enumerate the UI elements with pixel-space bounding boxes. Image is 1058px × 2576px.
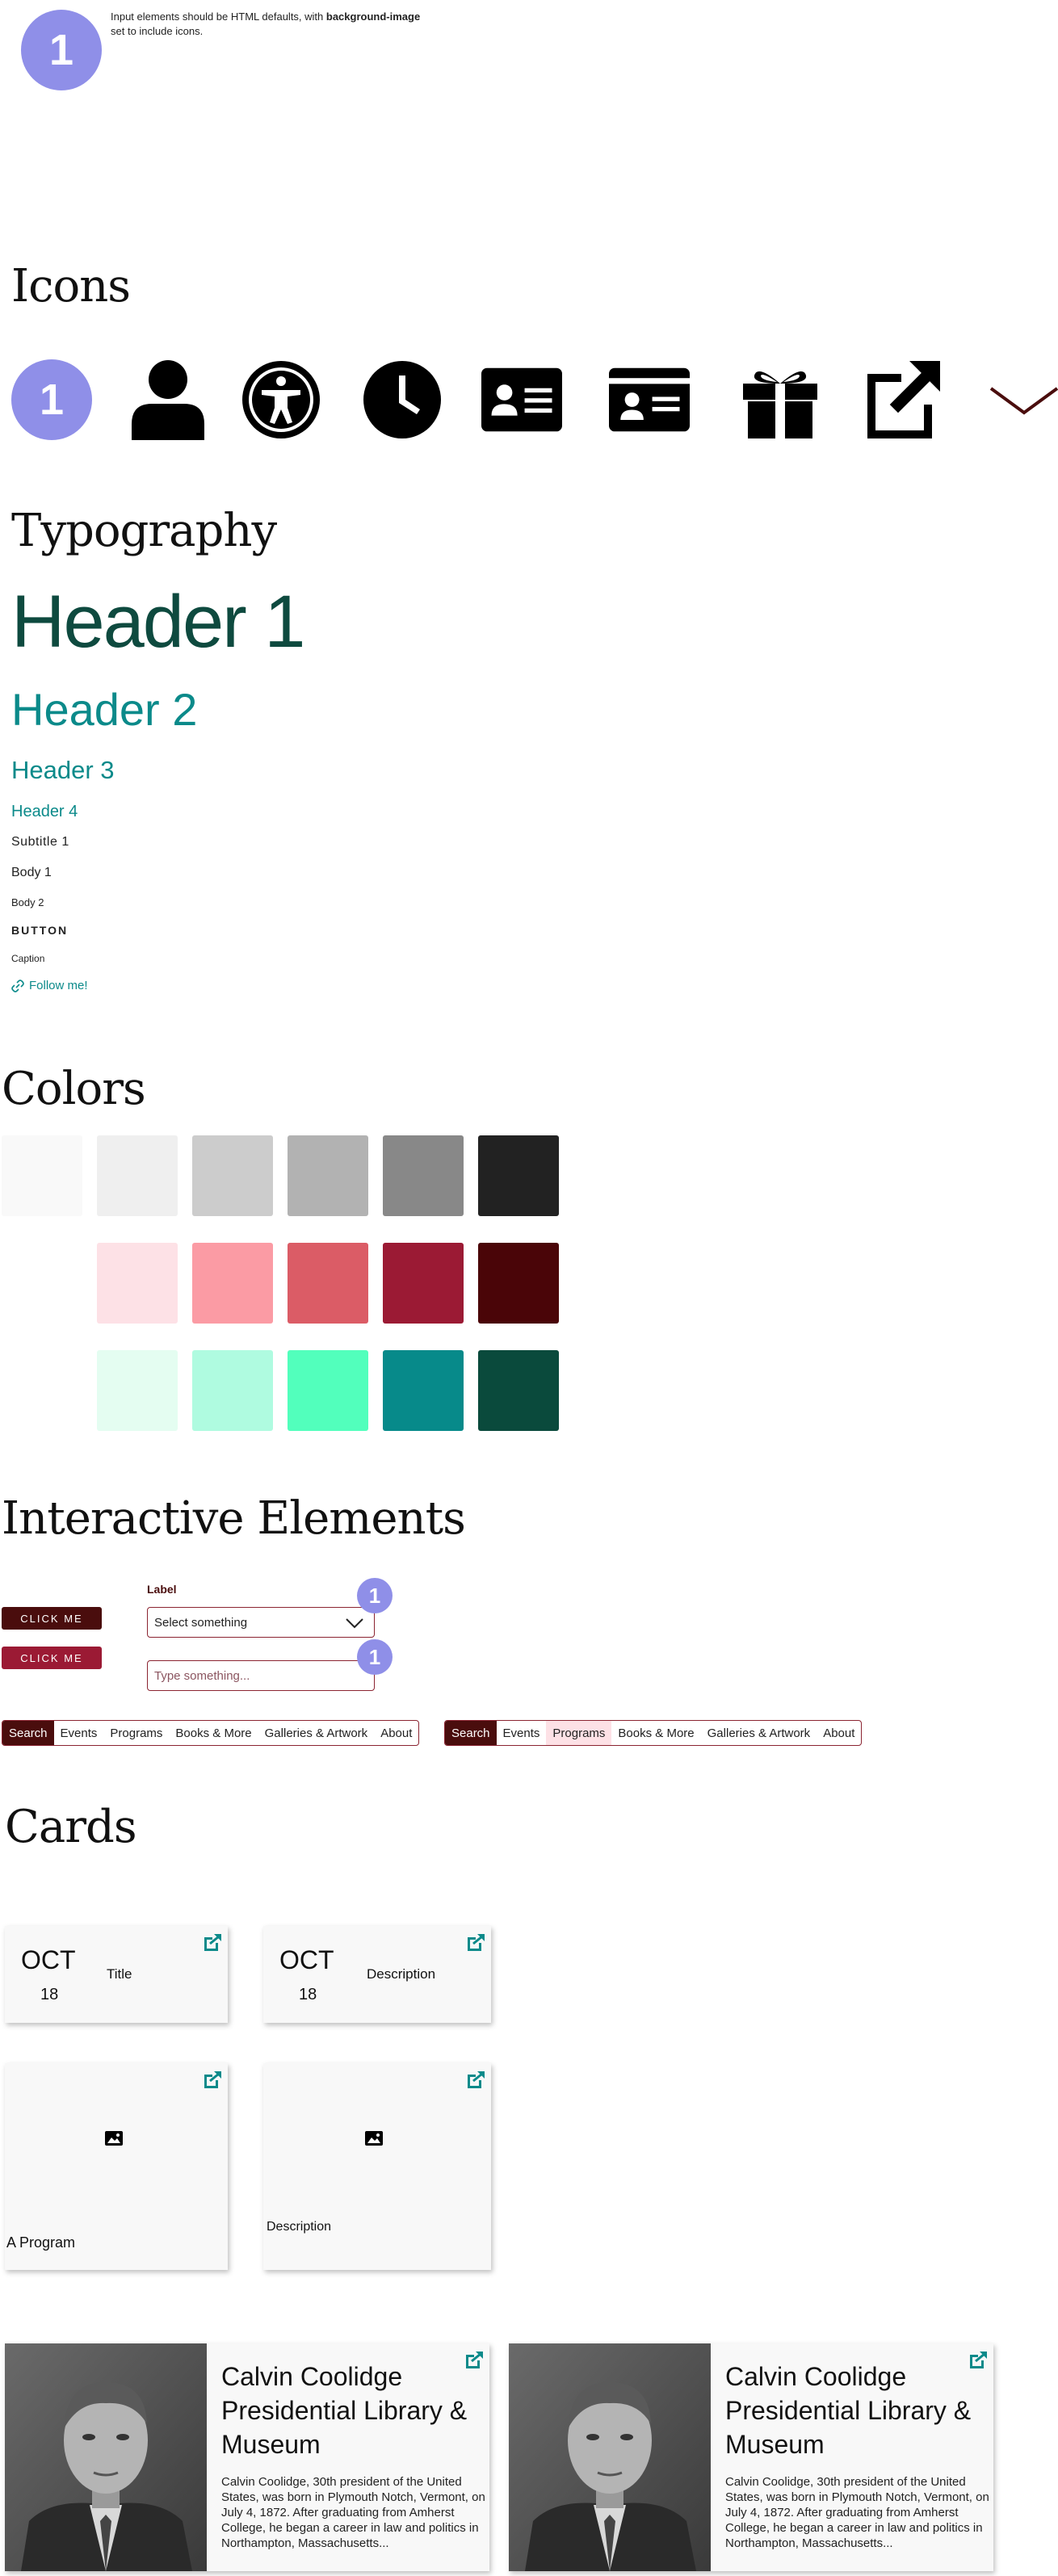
- color-swatch-reds: [383, 1243, 464, 1324]
- external-link-icon[interactable]: [202, 1932, 223, 1953]
- program-card[interactable]: Description: [263, 2063, 491, 2270]
- follow-link-label: Follow me!: [29, 979, 88, 992]
- event-title: Title: [107, 1966, 132, 1982]
- typography-button: BUTTON: [11, 924, 69, 937]
- person-icon: [128, 355, 208, 444]
- event-card[interactable]: OCT 18 Title: [5, 1926, 228, 2023]
- bio-card[interactable]: Calvin Coolidge Presidential Library & M…: [509, 2343, 993, 2571]
- portrait-image: [5, 2343, 207, 2571]
- color-swatch-grays: [383, 1135, 464, 1216]
- event-day: 18: [40, 1986, 59, 2003]
- color-swatch-greens: [97, 1350, 178, 1431]
- select-value: Select something: [154, 1615, 248, 1630]
- number-badge-icon: 1: [21, 10, 102, 90]
- external-link-icon: [861, 355, 942, 444]
- external-link-icon[interactable]: [465, 1932, 486, 1953]
- number-badge-icon: 1: [357, 1639, 393, 1675]
- nav-item-events[interactable]: Events: [497, 1721, 547, 1745]
- event-description: Description: [367, 1966, 436, 1982]
- typography-body1: Body 1: [11, 866, 52, 879]
- external-link-icon[interactable]: [465, 2070, 486, 2091]
- chevron-down-icon: [346, 1618, 363, 1629]
- typography-subtitle1: Subtitle 1: [11, 835, 69, 849]
- clock-icon: [362, 355, 443, 444]
- event-day: 18: [299, 1986, 317, 2003]
- bio-text: Calvin Coolidge, 30th president of the U…: [725, 2475, 989, 2550]
- event-month: OCT: [279, 1945, 334, 1974]
- color-swatch-reds: [192, 1243, 273, 1324]
- nav-bar-hover: Search Events Programs Books & More Gall…: [444, 1720, 863, 1746]
- text-input[interactable]: Type something...: [147, 1660, 375, 1691]
- section-title-interactive: Interactive Elements: [2, 1492, 466, 1545]
- gift-icon: [740, 355, 821, 444]
- nav-item-about[interactable]: About: [374, 1721, 418, 1745]
- click-me-button-primary[interactable]: CLICK ME: [2, 1607, 102, 1630]
- nav-item-events[interactable]: Events: [54, 1721, 104, 1745]
- typography-h3: Header 3: [11, 756, 115, 784]
- color-swatch-reds: [97, 1243, 178, 1324]
- note-suffix: set to include icons.: [111, 25, 204, 37]
- nav-item-galleries[interactable]: Galleries & Artwork: [701, 1721, 817, 1745]
- image-placeholder-icon: [105, 2131, 123, 2146]
- color-swatch-reds: [288, 1243, 368, 1324]
- accessibility-icon: [241, 355, 321, 444]
- program-card[interactable]: A Program: [5, 2063, 228, 2270]
- bio-text: Calvin Coolidge, 30th president of the U…: [221, 2475, 485, 2550]
- note-prefix: Input elements should be HTML defaults, …: [111, 10, 326, 23]
- typography-h4: Header 4: [11, 803, 78, 820]
- input-note: Input elements should be HTML defaults, …: [111, 10, 514, 39]
- color-swatch-grays: [2, 1135, 82, 1216]
- program-description: Description: [267, 2220, 332, 2234]
- bio-title: Calvin Coolidge Presidential Library & M…: [725, 2362, 972, 2459]
- section-title-cards: Cards: [5, 1801, 137, 1853]
- color-swatch-grays: [478, 1135, 559, 1216]
- program-title: A Program: [6, 2234, 76, 2251]
- color-swatch-greens: [383, 1350, 464, 1431]
- select-dropdown[interactable]: Select something: [147, 1607, 375, 1638]
- color-swatch-greens: [288, 1350, 368, 1431]
- external-link-icon[interactable]: [202, 2070, 223, 2091]
- color-swatch-reds: [478, 1243, 559, 1324]
- bio-title: Calvin Coolidge Presidential Library & M…: [221, 2362, 468, 2459]
- number-badge-icon: 1: [11, 359, 92, 440]
- nav-item-books[interactable]: Books & More: [169, 1721, 258, 1745]
- number-badge-icon: 1: [357, 1578, 393, 1613]
- nav-item-about[interactable]: About: [817, 1721, 861, 1745]
- follow-link[interactable]: Follow me!: [11, 979, 88, 992]
- library-card-icon: [609, 355, 690, 444]
- event-card[interactable]: OCT 18 Description: [263, 1926, 491, 2023]
- typography-caption: Caption: [11, 953, 45, 964]
- section-title-colors: Colors: [2, 1063, 146, 1115]
- typography-body2: Body 2: [11, 896, 44, 908]
- link-icon: [11, 979, 24, 992]
- color-swatch-grays: [97, 1135, 178, 1216]
- color-swatch-greens: [192, 1350, 273, 1431]
- typography-h1: Header 1: [11, 581, 305, 663]
- field-label: Label: [147, 1583, 177, 1596]
- image-placeholder-icon: [365, 2131, 383, 2146]
- input-placeholder: Type something...: [154, 1668, 250, 1683]
- nav-bar-default: Search Events Programs Books & More Gall…: [2, 1720, 420, 1746]
- nav-item-search[interactable]: Search: [445, 1721, 497, 1745]
- chevron-down-icon: [984, 355, 1058, 444]
- bio-card[interactable]: Calvin Coolidge Presidential Library & M…: [5, 2343, 489, 2571]
- nav-item-books[interactable]: Books & More: [611, 1721, 700, 1745]
- portrait-image: [509, 2343, 711, 2571]
- color-swatch-greens: [478, 1350, 559, 1431]
- typography-h2: Header 2: [11, 684, 198, 735]
- color-swatch-grays: [288, 1135, 368, 1216]
- nav-item-programs[interactable]: Programs: [546, 1721, 612, 1745]
- section-title-icons: Icons: [11, 260, 131, 313]
- icon-slot-badge: 1: [11, 355, 92, 444]
- color-swatch-grays: [192, 1135, 273, 1216]
- nav-item-search[interactable]: Search: [2, 1721, 54, 1745]
- section-title-typography: Typography: [11, 505, 277, 557]
- click-me-button-secondary[interactable]: CLICK ME: [2, 1647, 102, 1669]
- id-card-icon: [481, 355, 562, 444]
- nav-item-galleries[interactable]: Galleries & Artwork: [258, 1721, 375, 1745]
- event-month: OCT: [21, 1945, 76, 1974]
- nav-item-programs[interactable]: Programs: [103, 1721, 169, 1745]
- note-bold: background-image: [325, 10, 421, 23]
